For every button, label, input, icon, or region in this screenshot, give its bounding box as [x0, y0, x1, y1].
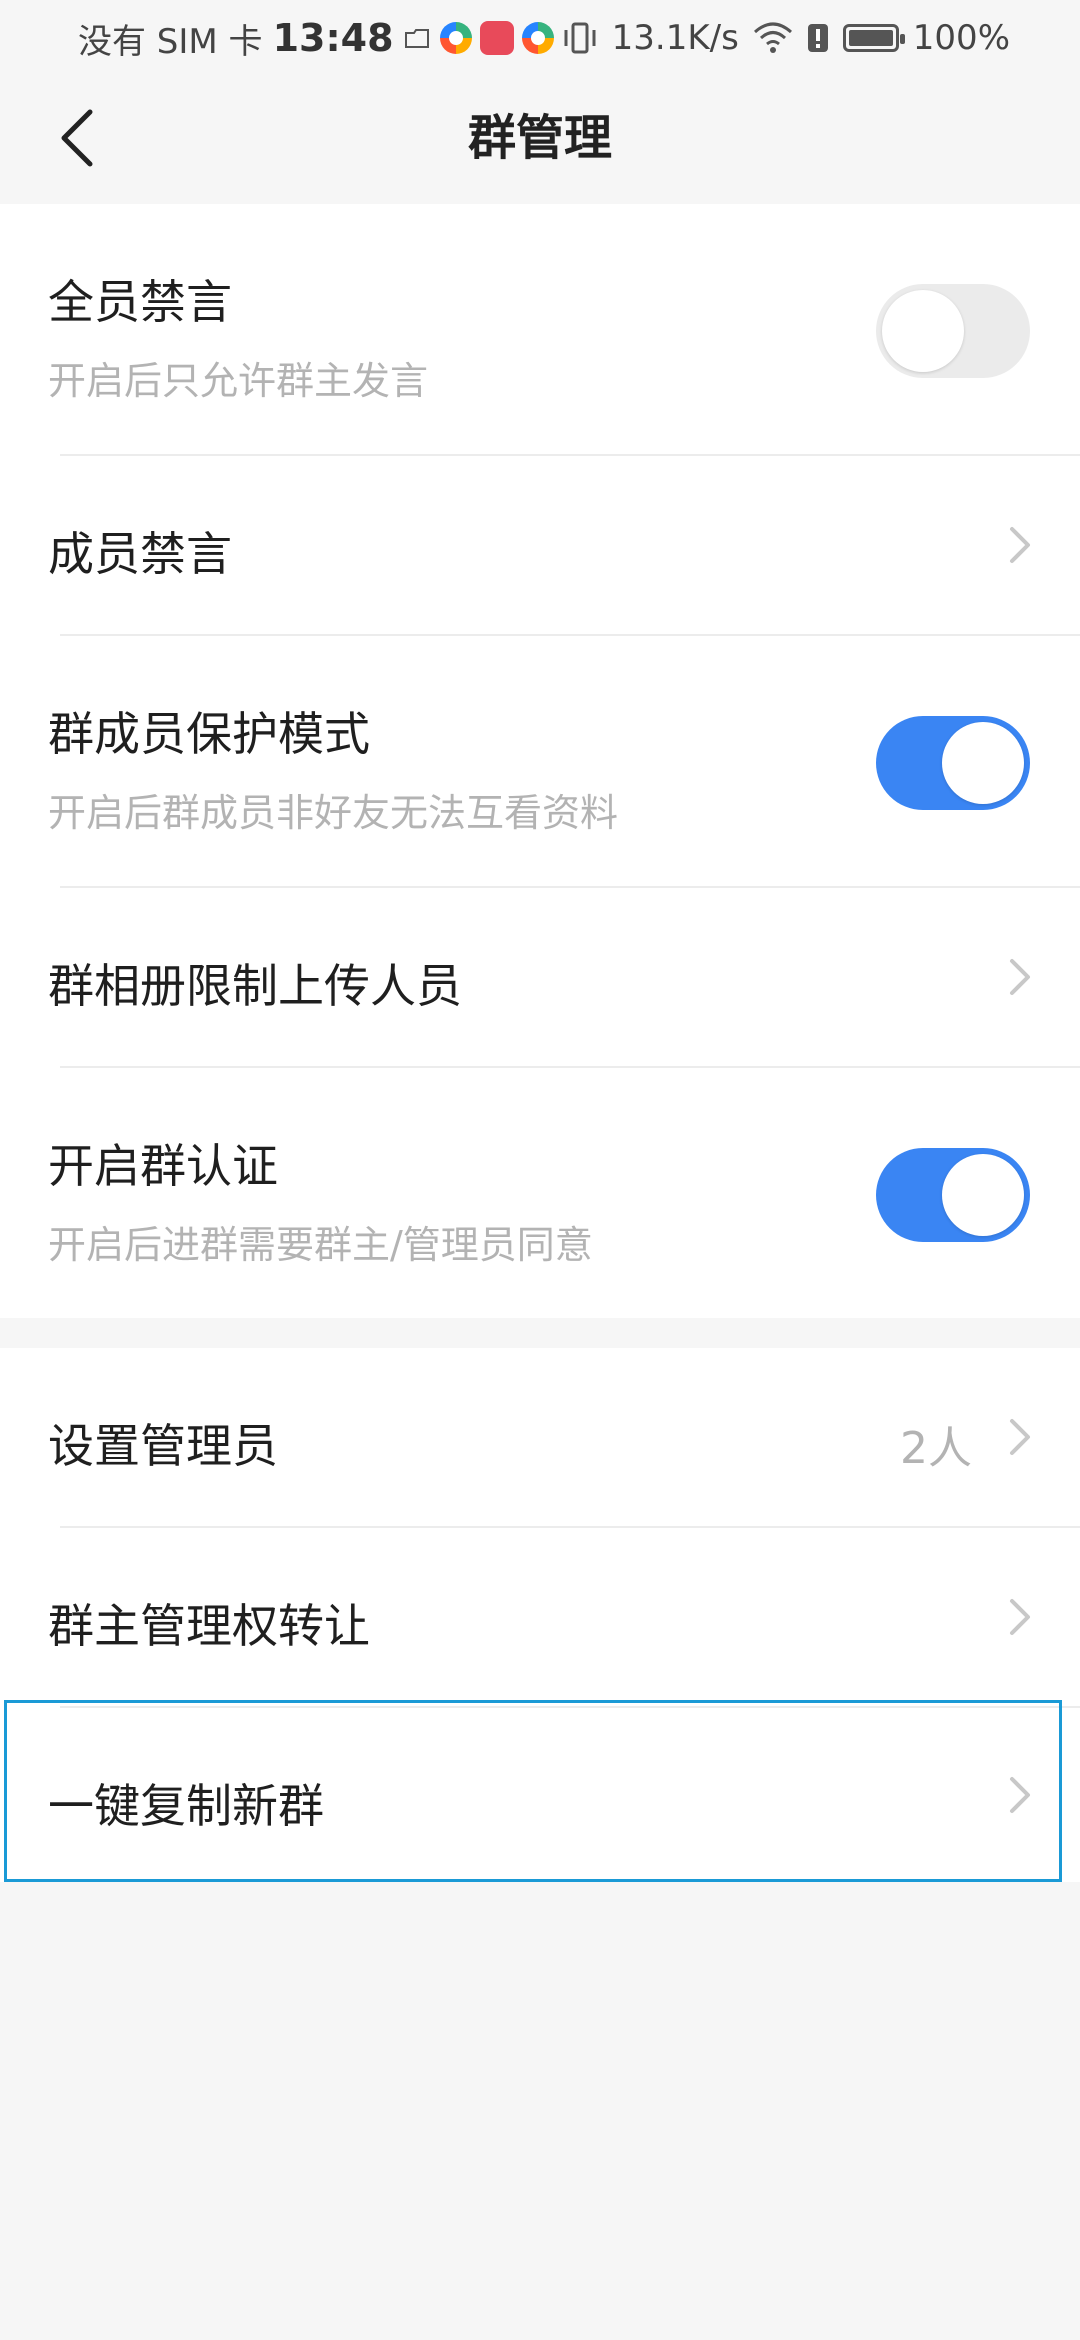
chevron-right-icon — [1010, 1599, 1030, 1635]
copy-group-label: 一键复制新群 — [48, 1779, 324, 1833]
settings-section-main: 全员禁言 开启后只允许群主发言 成员禁言 群成员保护模式 开启后群成员非好友无法… — [0, 204, 1080, 1318]
toggle-knob — [942, 1154, 1024, 1236]
app-notification-icon-2 — [521, 22, 554, 54]
alert-icon — [807, 24, 828, 52]
mute-all-label: 全员禁言 — [48, 275, 232, 329]
setting-row-protection-mode: 群成员保护模式 开启后群成员非好友无法互看资料 — [0, 636, 1080, 886]
protection-mode-toggle[interactable] — [876, 716, 1030, 810]
setting-row-transfer-ownership[interactable]: 群主管理权转让 — [0, 1528, 1080, 1706]
mute-all-description: 开启后只允许群主发言 — [48, 359, 429, 403]
setting-row-copy-group[interactable]: 一键复制新群 — [0, 1708, 1080, 1882]
protection-mode-description: 开启后群成员非好友无法互看资料 — [48, 791, 619, 835]
chevron-right-icon — [1010, 959, 1030, 995]
page-title: 群管理 — [467, 110, 612, 166]
carrier-text: 没有 SIM 卡 — [78, 21, 263, 62]
transfer-ownership-label: 群主管理权转让 — [48, 1599, 370, 1653]
setting-row-album-upload-limit[interactable]: 群相册限制上传人员 — [0, 888, 1080, 1066]
setting-row-mute-all: 全员禁言 开启后只允许群主发言 — [0, 204, 1080, 454]
member-mute-label: 成员禁言 — [48, 527, 232, 581]
battery-icon — [842, 24, 905, 52]
clock-time: 13:48 — [272, 16, 394, 60]
admin-count-value: 2人 — [900, 1423, 972, 1474]
chevron-right-icon — [1010, 1777, 1030, 1813]
battery-percent: 100% — [912, 18, 1010, 58]
setting-row-member-mute[interactable]: 成员禁言 — [0, 456, 1080, 634]
app-notification-icon — [439, 22, 472, 54]
mute-all-toggle[interactable] — [876, 284, 1030, 378]
group-verification-description: 开启后进群需要群主/管理员同意 — [48, 1223, 593, 1267]
set-admins-label: 设置管理员 — [48, 1419, 278, 1473]
toggle-knob — [882, 290, 964, 372]
toggle-knob — [942, 722, 1024, 804]
folder-notification-icon — [404, 29, 429, 48]
group-verification-toggle[interactable] — [876, 1148, 1030, 1242]
status-bar-left: 没有 SIM 卡 13:48 — [78, 14, 554, 62]
group-management-screen: 没有 SIM 卡 13:48 13.1K/s 100% 群管理 全员禁言 开启后… — [0, 0, 1080, 2340]
setting-row-group-verification: 开启群认证 开启后进群需要群主/管理员同意 — [0, 1068, 1080, 1318]
vibrate-icon — [564, 22, 596, 54]
group-verification-label: 开启群认证 — [48, 1139, 278, 1193]
settings-section-admin: 设置管理员 2人 群主管理权转让 一键复制新群 — [0, 1348, 1080, 1882]
wifi-icon — [753, 22, 792, 53]
status-bar-right: 13.1K/s 100% — [562, 14, 1010, 62]
network-speed-text: 13.1K/s — [611, 18, 739, 58]
chevron-right-icon — [1010, 527, 1030, 563]
chevron-right-icon — [1010, 1419, 1030, 1455]
huawei-store-icon — [479, 21, 514, 55]
navigation-header: 群管理 — [0, 76, 1080, 204]
status-bar: 没有 SIM 卡 13:48 13.1K/s 100% — [0, 0, 1080, 76]
setting-row-set-admins[interactable]: 设置管理员 2人 — [0, 1348, 1080, 1526]
protection-mode-label: 群成员保护模式 — [48, 707, 370, 761]
album-upload-limit-label: 群相册限制上传人员 — [48, 959, 462, 1013]
